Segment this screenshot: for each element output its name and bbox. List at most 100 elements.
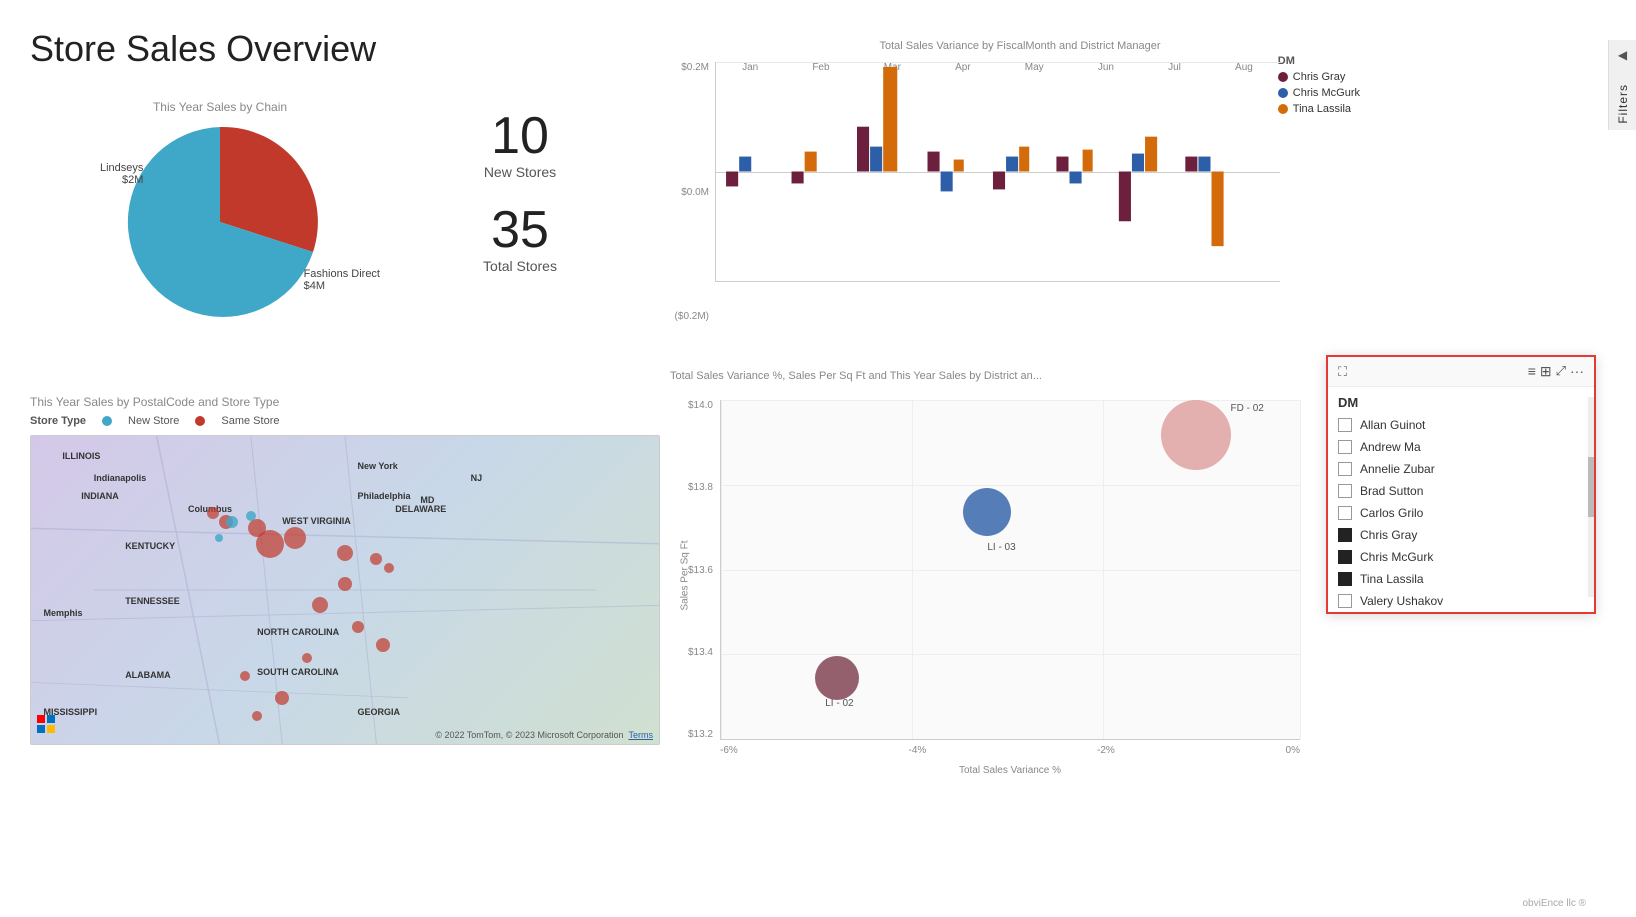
scatter-label-li02: LI - 02 — [825, 698, 853, 709]
filter-panel-toolbar: ⛶ ≡ ⊞ ⤢ ··· — [1328, 357, 1594, 387]
scatter-dot-li02 — [815, 656, 859, 700]
legend-item-chrismcgurk: Chris McGurk — [1278, 87, 1360, 99]
map-logo — [37, 715, 55, 738]
scatter-label-fd02: FD - 02 — [1231, 403, 1264, 414]
new-stores-count: 10 — [430, 110, 610, 162]
scatter-plot-area: FD - 02 LI - 03 LI - 02 — [720, 400, 1300, 740]
filter-item-label: Allan Guinot — [1360, 418, 1425, 432]
more-icon[interactable]: ··· — [1570, 363, 1584, 380]
filter-item-label: Carlos Grilo — [1360, 506, 1423, 520]
scatter-x-axis-title: Total Sales Variance % — [720, 765, 1300, 776]
filter-panel-title: DM — [1328, 387, 1594, 414]
filter-item[interactable]: Tina Lassila — [1328, 568, 1594, 590]
filter-item[interactable]: Carlos Grilo — [1328, 502, 1594, 524]
map-dot — [338, 577, 352, 591]
bar-chart-section: Total Sales Variance by FiscalMonth and … — [660, 40, 1380, 322]
scatter-label-li03: LI - 03 — [987, 542, 1015, 553]
scatter-chart: $14.0 $13.8 $13.6 $13.4 $13.2 Sales Per … — [670, 390, 1350, 810]
map-dot — [337, 545, 353, 561]
scatter-chart-title: Total Sales Variance %, Sales Per Sq Ft … — [670, 370, 1400, 382]
store-type-legend: Store Type New Store Same Store — [30, 415, 680, 427]
footer-text: obviEnce llc ® — [1522, 898, 1586, 909]
scatter-dot-fd02 — [1161, 400, 1231, 470]
pie-label-lindseys: Lindseys $2M — [100, 162, 143, 186]
map-dot — [240, 671, 250, 681]
filter-item-label: Andrew Ma — [1360, 440, 1421, 454]
filter-item[interactable]: Valery Ushakov — [1328, 590, 1594, 612]
filter-scrollbar-thumb[interactable] — [1588, 457, 1594, 517]
filter-checkbox[interactable] — [1338, 506, 1352, 520]
map-dot — [376, 638, 390, 652]
map-dot — [248, 519, 266, 537]
filters-tab[interactable]: ◀ Filters — [1608, 40, 1636, 130]
map-dot — [312, 597, 328, 613]
hamburger-icon[interactable]: ≡ — [1528, 363, 1536, 380]
chevron-left-icon[interactable]: ◀ — [1618, 48, 1627, 62]
filter-item[interactable]: Brad Sutton — [1328, 480, 1594, 502]
scatter-y-axis: $14.0 $13.8 $13.6 $13.4 $13.2 — [670, 400, 718, 740]
filter-checkbox[interactable] — [1338, 440, 1352, 454]
legend-item-chrisgray: Chris Gray — [1278, 71, 1360, 83]
map-dot — [370, 553, 382, 565]
filter-scrollbar[interactable] — [1588, 397, 1594, 597]
map-dot — [302, 653, 312, 663]
scatter-y-axis-title: Sales Per Sq Ft — [680, 540, 691, 610]
map-dot — [275, 691, 289, 705]
filter-item-label: Chris Gray — [1360, 528, 1417, 542]
resize-icon[interactable]: ⛶ — [1338, 364, 1347, 380]
new-stores-label: New Stores — [430, 164, 610, 180]
filter-items-container: Allan Guinot Andrew Ma Annelie Zubar Brad S… — [1328, 414, 1594, 612]
scatter-dot-li03 — [963, 488, 1011, 536]
filter-checkbox[interactable] — [1338, 550, 1352, 564]
legend-item-tinalassila: Tina Lassila — [1278, 103, 1360, 115]
map-copyright: © 2022 TomTom, © 2023 Microsoft Corporat… — [435, 730, 653, 740]
filter-item[interactable]: Annelie Zubar — [1328, 458, 1594, 480]
map-container[interactable]: New York Philadelphia WEST VIRGINIA DELA… — [30, 435, 660, 745]
map-dot — [246, 511, 256, 521]
bar-chart-title: Total Sales Variance by FiscalMonth and … — [660, 40, 1380, 52]
filter-item-label: Brad Sutton — [1360, 484, 1423, 498]
filter-item[interactable]: Chris Gray — [1328, 524, 1594, 546]
map-dot — [352, 621, 364, 633]
filter-checkbox[interactable] — [1338, 594, 1352, 608]
map-dot — [252, 711, 262, 721]
scatter-chart-section: Total Sales Variance %, Sales Per Sq Ft … — [670, 370, 1400, 840]
pie-chart-title: This Year Sales by Chain — [30, 100, 410, 114]
filter-panel[interactable]: ⛶ ≡ ⊞ ⤢ ··· DM Allan Guinot Andrew Ma Anne… — [1326, 355, 1596, 614]
map-dot — [384, 563, 394, 573]
map-dot — [207, 507, 219, 519]
pie-chart-section: This Year Sales by Chain Lindseys $2M Fa… — [30, 100, 410, 322]
filter-item-label: Annelie Zubar — [1360, 462, 1435, 476]
bar-chart-y-axis: $0.2M $0.0M ($0.2M) — [660, 62, 715, 322]
filter-item[interactable]: Andrew Ma — [1328, 436, 1594, 458]
map-section: This Year Sales by PostalCode and Store … — [30, 395, 680, 745]
stats-panel: 10 New Stores 35 Total Stores — [430, 110, 610, 298]
total-stores-count: 35 — [430, 204, 610, 256]
filters-tab-label[interactable]: Filters — [1616, 78, 1630, 130]
pie-label-fashions: Fashions Direct $4M — [304, 268, 380, 292]
map-dot — [215, 534, 223, 542]
pie-chart: Lindseys $2M Fashions Direct $4M — [120, 122, 320, 322]
scatter-x-axis: -6% -4% -2% 0% — [720, 745, 1300, 756]
map-dot — [226, 516, 238, 528]
map-title: This Year Sales by PostalCode and Store … — [30, 395, 680, 409]
filter-checkbox[interactable] — [1338, 484, 1352, 498]
bar-chart-legend: DM Chris Gray Chris McGurk Tina Lassila — [1278, 55, 1360, 119]
bar-chart-bars — [715, 62, 1280, 282]
total-stores-label: Total Stores — [430, 258, 610, 274]
filter-checkbox[interactable] — [1338, 462, 1352, 476]
filter-item-label: Tina Lassila — [1360, 572, 1424, 586]
filter-item-label: Valery Ushakov — [1360, 594, 1443, 608]
bar-chart-area: $0.2M $0.0M ($0.2M) — [660, 62, 1280, 322]
expand-icon[interactable]: ⤢ — [1556, 363, 1566, 380]
filter-checkbox[interactable] — [1338, 418, 1352, 432]
filter-item[interactable]: Allan Guinot — [1328, 414, 1594, 436]
filter-item[interactable]: Chris McGurk — [1328, 546, 1594, 568]
filter-checkbox[interactable] — [1338, 572, 1352, 586]
filter-item-label: Chris McGurk — [1360, 550, 1433, 564]
page-title: Store Sales Overview — [30, 28, 376, 70]
filter-icon[interactable]: ⊞ — [1540, 363, 1552, 380]
map-dot — [284, 527, 306, 549]
filter-checkbox[interactable] — [1338, 528, 1352, 542]
filter-panel-icons: ≡ ⊞ ⤢ ··· — [1528, 363, 1584, 380]
